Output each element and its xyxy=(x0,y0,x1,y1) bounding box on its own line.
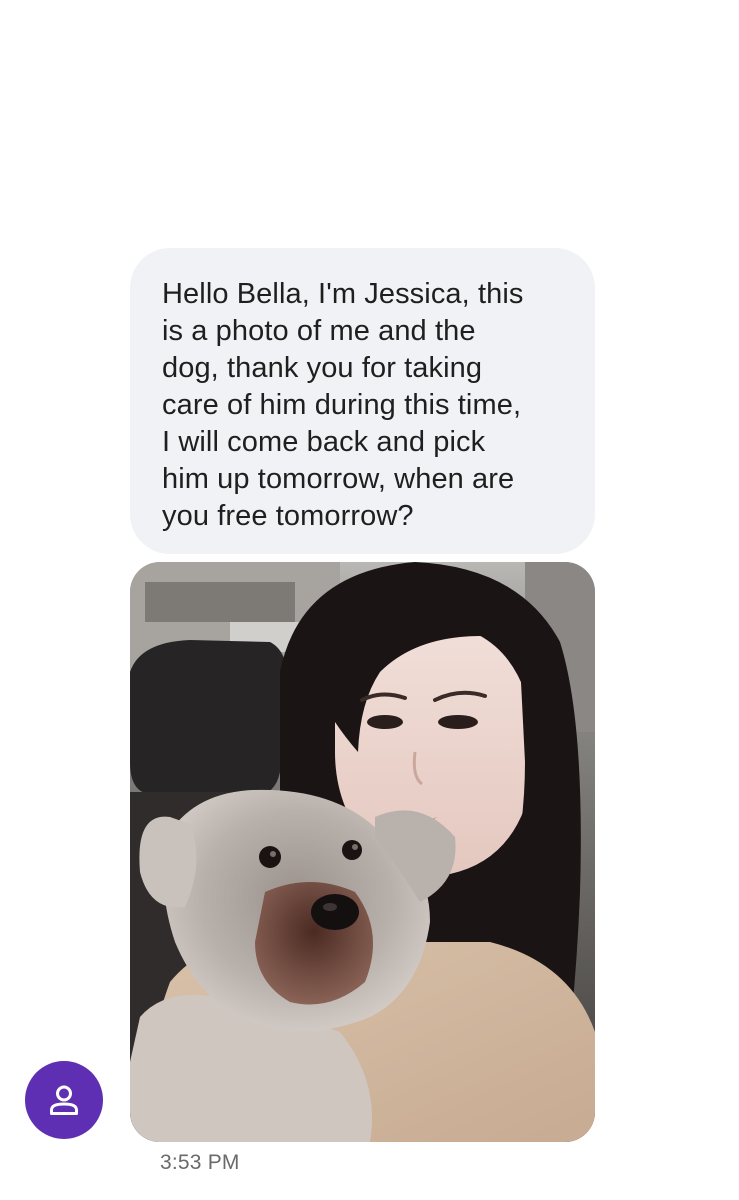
message-thread: Hello Bella, I'm Jessica, this is a phot… xyxy=(0,0,739,1200)
incoming-message-bubble[interactable]: Hello Bella, I'm Jessica, this is a phot… xyxy=(130,248,595,554)
message-line: is a photo of me and the xyxy=(162,315,476,347)
message-line: Hello Bella, I'm Jessica, this xyxy=(162,278,524,310)
contact-avatar[interactable] xyxy=(25,1061,103,1139)
message-line: care of him during this time, xyxy=(162,389,522,421)
message-line: him up tomorrow, when are xyxy=(162,463,515,495)
message-line: I will come back and pick xyxy=(162,426,486,458)
message-line: dog, thank you for taking xyxy=(162,352,483,384)
message-line: you free tomorrow? xyxy=(162,500,414,532)
person-icon xyxy=(50,1085,78,1115)
message-timestamp: 3:53 PM xyxy=(160,1151,240,1174)
photo-attachment[interactable] xyxy=(130,562,595,1142)
photo-image xyxy=(130,562,595,1142)
